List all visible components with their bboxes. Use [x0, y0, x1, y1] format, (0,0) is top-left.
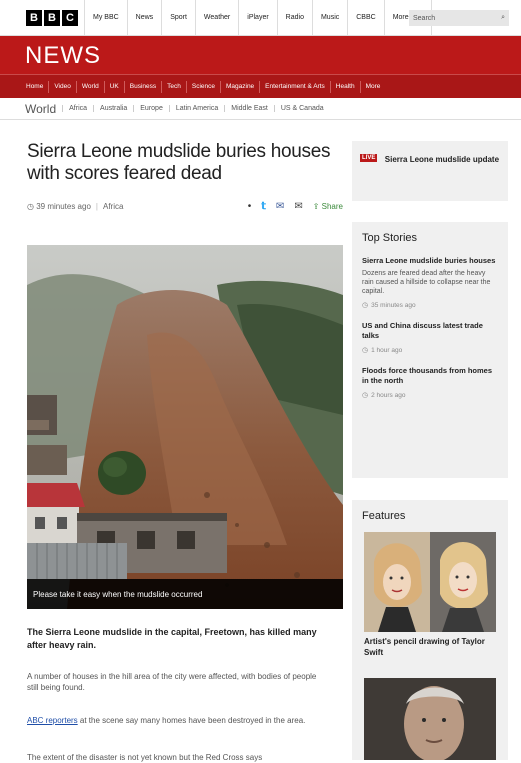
section-title[interactable]: World — [25, 102, 62, 116]
bbc-nav-weather[interactable]: Weather — [196, 0, 240, 36]
features-title: Features — [362, 510, 406, 522]
share-button[interactable]: ⇪ Share — [313, 202, 343, 211]
feature-image-portrait-drawing[interactable] — [364, 532, 496, 632]
article-paragraph: ABC reporters at the scene say many home… — [27, 715, 327, 726]
bbc-nav-music[interactable]: Music — [313, 0, 349, 36]
bbc-logo[interactable]: B B C — [26, 9, 78, 26]
article-paragraph: A number of houses in the hill area of t… — [27, 672, 317, 692]
sub-nav-latin-america[interactable]: Latin America — [168, 105, 224, 112]
share-tools: • 𝕥 ✉ ✉ ⇪ Share — [248, 197, 343, 215]
news-nav-more[interactable]: More — [361, 81, 386, 93]
top-story-headline: Sierra Leone mudslide buries houses — [362, 256, 496, 265]
top-story-time: ◷ 1 hour ago — [362, 346, 498, 355]
article-section-link[interactable]: Africa — [103, 202, 123, 211]
news-nav-health[interactable]: Health — [331, 80, 361, 93]
top-stories-title: Top Stories — [362, 232, 418, 244]
live-update-title: Sierra Leone mudslide update — [384, 155, 500, 164]
top-story-time-text: 1 hour ago — [371, 346, 403, 354]
article-hero-image — [27, 245, 343, 609]
top-story-summary: Dozens are feared dead after the heavy r… — [362, 270, 491, 295]
bbc-nav-radio[interactable]: Radio — [278, 0, 313, 36]
news-nav-entertainment[interactable]: Entertainment & Arts — [260, 80, 331, 93]
top-story-item[interactable]: US and China discuss latest trade talks … — [362, 321, 498, 354]
news-nav-science[interactable]: Science — [187, 80, 221, 93]
divider: | — [95, 201, 98, 211]
article-headline: Sierra Leone mudslide buries houses with… — [27, 141, 331, 184]
section-sub-nav: World Africa Australia Europe Latin Amer… — [0, 98, 521, 120]
feature-image-portrait-man[interactable] — [364, 678, 496, 760]
share-label: Share — [321, 201, 343, 211]
bbc-nav-sport[interactable]: Sport — [162, 0, 196, 36]
clock-icon: ◷ — [27, 201, 37, 211]
news-banner: NEWS — [0, 36, 521, 74]
bbc-nav-news[interactable]: News — [128, 0, 163, 36]
top-story-time: ◷ 35 minutes ago — [362, 301, 498, 310]
news-primary-nav: Home Video World UK Business Tech Scienc… — [0, 74, 521, 98]
dot-icon: • — [247, 200, 252, 212]
news-nav-world[interactable]: World — [77, 80, 105, 93]
news-logo[interactable]: NEWS — [25, 42, 101, 70]
bbc-nav-cbbc[interactable]: CBBC — [348, 0, 385, 36]
top-story-time-text: 2 hours ago — [371, 391, 406, 399]
facebook-messenger-icon[interactable]: ✉ — [276, 201, 284, 212]
landslide-photo — [27, 245, 343, 609]
news-nav-business[interactable]: Business — [125, 80, 163, 93]
search-placeholder: Search — [413, 14, 436, 22]
news-nav-tech[interactable]: Tech — [162, 80, 187, 93]
live-update-card[interactable]: LIVE Sierra Leone mudslide update — [352, 141, 508, 201]
feature-portrait-image — [364, 678, 496, 760]
search-input[interactable]: Search ⌕ — [409, 10, 509, 26]
top-story-time: ◷ 2 hours ago — [362, 391, 498, 400]
article-timestamp: 39 minutes ago — [36, 201, 91, 211]
sub-nav-us-canada[interactable]: US & Canada — [273, 105, 330, 112]
news-nav-magazine[interactable]: Magazine — [221, 80, 261, 93]
article-meta: ◷ 39 minutes ago | Africa • 𝕥 ✉ ✉ ⇪ Shar… — [27, 197, 343, 215]
bbc-logo-letter: C — [62, 9, 78, 26]
clock-icon: ◷ — [362, 302, 369, 309]
twitter-icon[interactable]: 𝕥 — [261, 201, 266, 212]
bbc-nav-more-label: More — [392, 14, 409, 21]
article-paragraph: The extent of the disaster is not yet kn… — [27, 753, 263, 762]
news-nav-video[interactable]: Video — [49, 80, 77, 93]
clock-icon: ◷ — [362, 392, 369, 399]
top-story-headline: US and China discuss latest trade talks — [362, 321, 483, 340]
search-icon[interactable]: ⌕ — [501, 14, 505, 22]
top-story-headline: Floods force thousands from homes in the… — [362, 366, 493, 385]
top-story-time-text: 35 minutes ago — [371, 301, 416, 309]
feature-caption[interactable]: Artist's pencil drawing of Taylor Swift — [364, 636, 496, 658]
top-story-item[interactable]: Sierra Leone mudslide buries houses Doze… — [362, 256, 498, 309]
bbc-global-nav: My BBC News Sport Weather iPlayer Radio … — [85, 0, 432, 36]
image-caption: Please take it easy when the mudslide oc… — [27, 579, 343, 609]
top-stories-panel: Top Stories Sierra Leone mudslide buries… — [352, 222, 508, 478]
bbc-logo-letter: B — [44, 9, 60, 26]
news-nav-uk[interactable]: UK — [105, 80, 125, 93]
bbc-logo-letter: B — [26, 9, 42, 26]
article-lead: The Sierra Leone mudslide in the capital… — [27, 627, 317, 650]
sub-nav-australia[interactable]: Australia — [93, 105, 133, 112]
feature-drawing-image — [364, 532, 496, 632]
email-icon[interactable]: ✉ — [294, 201, 302, 212]
image-caption-text: Please take it easy when the mudslide oc… — [33, 589, 203, 599]
clock-icon: ◷ — [362, 347, 369, 354]
sub-nav-africa[interactable]: Africa — [62, 105, 93, 112]
live-badge: LIVE — [360, 153, 378, 162]
article-inline-link[interactable]: ABC reporters — [27, 716, 78, 725]
bbc-top-bar: B B C My BBC News Sport Weather iPlayer … — [0, 0, 521, 36]
sub-nav-europe[interactable]: Europe — [133, 105, 169, 112]
bbc-nav-my-bbc[interactable]: My BBC — [85, 0, 128, 36]
news-nav-home[interactable]: Home — [21, 80, 50, 93]
share-icon: ⇪ — [312, 201, 320, 211]
article-paragraph-text: at the scene say many homes have been de… — [77, 716, 306, 725]
sub-nav-middle-east[interactable]: Middle East — [224, 105, 274, 112]
features-panel: Features Artist's pencil drawing of Tayl… — [352, 500, 508, 760]
top-story-item[interactable]: Floods force thousands from homes in the… — [362, 366, 498, 399]
bbc-nav-iplayer[interactable]: iPlayer — [239, 0, 278, 36]
